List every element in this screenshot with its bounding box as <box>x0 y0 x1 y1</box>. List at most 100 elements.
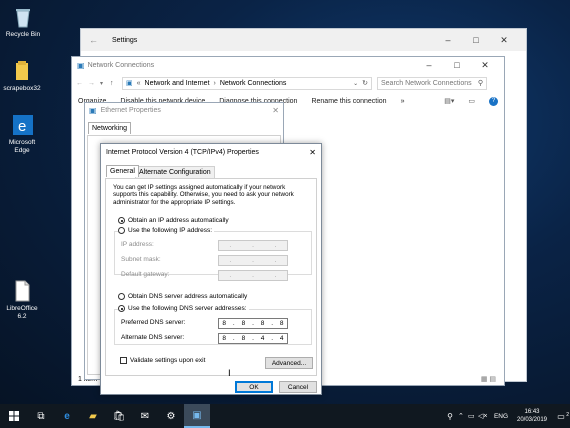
language-indicator[interactable]: ENG <box>490 413 512 420</box>
window-title: Ethernet Properties <box>100 107 161 114</box>
show-hidden-icons-chevron[interactable]: ⌃ <box>458 412 468 420</box>
address-row: ← → ▾ ↑ ▣ « Network and Internet › Netwo… <box>72 75 504 91</box>
obtain-dns-auto-radio[interactable]: Obtain DNS server address automatically <box>118 293 247 300</box>
default-gateway-label: Default gateway: <box>121 271 170 278</box>
ipv4-properties-dialog: Internet Protocol Version 4 (TCP/IPv4) P… <box>100 143 322 395</box>
ethernet-titlebar: ▣ Ethernet Properties ✕ <box>85 103 283 118</box>
tab-networking[interactable]: Networking <box>88 122 132 134</box>
settings-titlebar: ← Settings – □ ✕ <box>81 29 526 51</box>
advanced-button[interactable]: Advanced... <box>265 357 313 369</box>
desktop-icon-label: scrapebox32 <box>3 85 41 92</box>
use-following-ip-radio[interactable]: Use the following IP address: <box>118 227 215 235</box>
settings-gear-icon[interactable]: ⚙ <box>158 404 184 428</box>
close-icon[interactable]: ✕ <box>471 60 499 71</box>
close-icon[interactable]: ✕ <box>490 35 518 46</box>
use-following-dns-radio[interactable]: Use the following DNS server addresses: <box>118 305 249 313</box>
validate-settings-checkbox[interactable]: Validate settings upon exit <box>120 357 205 364</box>
up-arrow-icon[interactable]: ↑ <box>110 80 122 87</box>
network-adapter-icon: ▣ <box>89 106 97 115</box>
close-icon[interactable]: ✕ <box>272 106 279 115</box>
view-toggle-icons[interactable]: ▦ ▤ <box>481 375 496 383</box>
network-connections-titlebar: ▣ Network Connections – □ ✕ <box>72 57 504 73</box>
subnet-mask-field: ... <box>218 255 288 266</box>
alternate-dns-label: Alternate DNS server: <box>121 334 185 341</box>
close-icon[interactable]: ✕ <box>309 148 316 157</box>
breadcrumb-item[interactable]: Network Connections <box>220 80 287 87</box>
subnet-mask-label: Subnet mask: <box>121 256 161 263</box>
desktop-icon-label: Recycle Bin <box>5 31 41 38</box>
ok-button[interactable]: OK <box>235 381 273 393</box>
default-gateway-field: ... <box>218 270 288 281</box>
radio-button <box>118 305 125 312</box>
folder-icon <box>12 60 32 82</box>
cancel-button[interactable]: Cancel <box>279 381 317 393</box>
tab-alternate-configuration[interactable]: Alternate Configuration <box>135 166 215 178</box>
network-tray-icon[interactable]: ▭ <box>468 412 478 420</box>
back-arrow-icon[interactable]: ← <box>76 80 88 87</box>
store-icon[interactable]: 🛍 <box>106 404 132 428</box>
obtain-ip-auto-radio[interactable]: Obtain an IP address automatically <box>118 217 229 224</box>
minimize-icon[interactable]: – <box>415 60 443 70</box>
settings-title: Settings <box>112 36 138 44</box>
breadcrumb[interactable]: ▣ « Network and Internet › Network Conne… <box>122 76 372 90</box>
desktop-icon-label: LibreOffice 6.2 <box>6 305 38 320</box>
ip-address-label: IP address: <box>121 241 154 248</box>
file-explorer-icon[interactable]: ▰ <box>80 404 106 428</box>
chevron-down-icon[interactable]: ▾ <box>100 80 110 87</box>
search-input[interactable]: Search Network Connections ⚲ <box>377 76 487 90</box>
action-center-icon[interactable]: ▭ 2 <box>552 412 570 421</box>
network-connections-taskbar-icon[interactable]: ▣ <box>184 404 210 428</box>
edge-icon[interactable]: e <box>54 404 80 428</box>
breadcrumb-item[interactable]: Network and Internet <box>145 80 210 87</box>
ip-group-box <box>114 231 312 275</box>
refresh-icon[interactable]: ↻ <box>362 79 368 87</box>
people-icon[interactable]: ⚲ <box>442 412 458 421</box>
desktop-icon-scrapebox32[interactable]: scrapebox32 <box>0 60 44 93</box>
back-arrow-icon[interactable]: ← <box>89 35 98 45</box>
rename-button[interactable]: Rename this connection <box>311 98 386 105</box>
clock-date: 20/03/2019 <box>516 417 548 423</box>
desktop-icon-libreoffice[interactable]: LibreOffice 6.2 <box>0 280 44 321</box>
radio-label: Obtain an IP address automatically <box>128 217 229 225</box>
minimize-icon[interactable]: – <box>434 35 462 45</box>
tab-general[interactable]: General <box>106 165 139 177</box>
notification-badge: 2 <box>566 411 569 418</box>
radio-button <box>118 293 125 300</box>
maximize-icon[interactable]: □ <box>443 60 471 70</box>
mail-icon[interactable]: ✉ <box>132 404 158 428</box>
desktop-icon-recycle-bin[interactable]: Recycle Bin <box>1 6 45 39</box>
help-icon[interactable]: ? <box>489 96 498 106</box>
more-commands-button[interactable]: » <box>401 98 405 105</box>
checkbox <box>120 357 127 364</box>
view-options-icon[interactable]: ▤▾ <box>444 97 454 105</box>
clock-time: 16:43 <box>524 409 540 415</box>
edge-icon: e <box>12 114 33 136</box>
preferred-dns-field[interactable]: 8. 8. 8. 8 <box>218 318 288 329</box>
forward-arrow-icon[interactable]: → <box>88 80 100 87</box>
search-placeholder: Search Network Connections <box>381 79 472 87</box>
desktop-icon-label: Microsoft Edge <box>8 139 36 154</box>
ip-address-field: ... <box>218 240 288 251</box>
search-icon: ⚲ <box>477 80 483 87</box>
checkbox-label: Validate settings upon exit <box>130 357 206 365</box>
preferred-dns-label: Preferred DNS server: <box>121 319 186 326</box>
radio-label: Obtain DNS server address automatically <box>128 293 248 301</box>
preview-pane-icon[interactable]: ▭ <box>468 97 475 105</box>
chevron-down-icon[interactable]: ⌄ <box>353 80 358 87</box>
volume-icon[interactable]: ◁× <box>478 412 490 420</box>
description-text: You can get IP settings assigned automat… <box>113 184 294 206</box>
maximize-icon[interactable]: □ <box>462 35 490 45</box>
radio-label: Use the following DNS server addresses: <box>128 305 247 313</box>
dialog-titlebar: Internet Protocol Version 4 (TCP/IPv4) P… <box>101 144 321 160</box>
control-panel-icon: ▣ <box>126 80 133 87</box>
window-title: Network Connections <box>87 61 155 69</box>
task-view-icon[interactable]: ⧉ <box>28 404 54 428</box>
desktop-icon-microsoft-edge[interactable]: e Microsoft Edge <box>0 114 44 155</box>
radio-button <box>118 227 125 234</box>
dialog-title: Internet Protocol Version 4 (TCP/IPv4) P… <box>106 148 259 156</box>
clock[interactable]: 16:43 20/03/2019 <box>512 408 552 424</box>
alternate-dns-field[interactable]: 8. 8. 4. 4 <box>218 333 288 344</box>
start-icon[interactable] <box>0 404 28 428</box>
text-cursor-icon: I <box>228 369 231 379</box>
recycle-bin-icon <box>13 6 33 28</box>
